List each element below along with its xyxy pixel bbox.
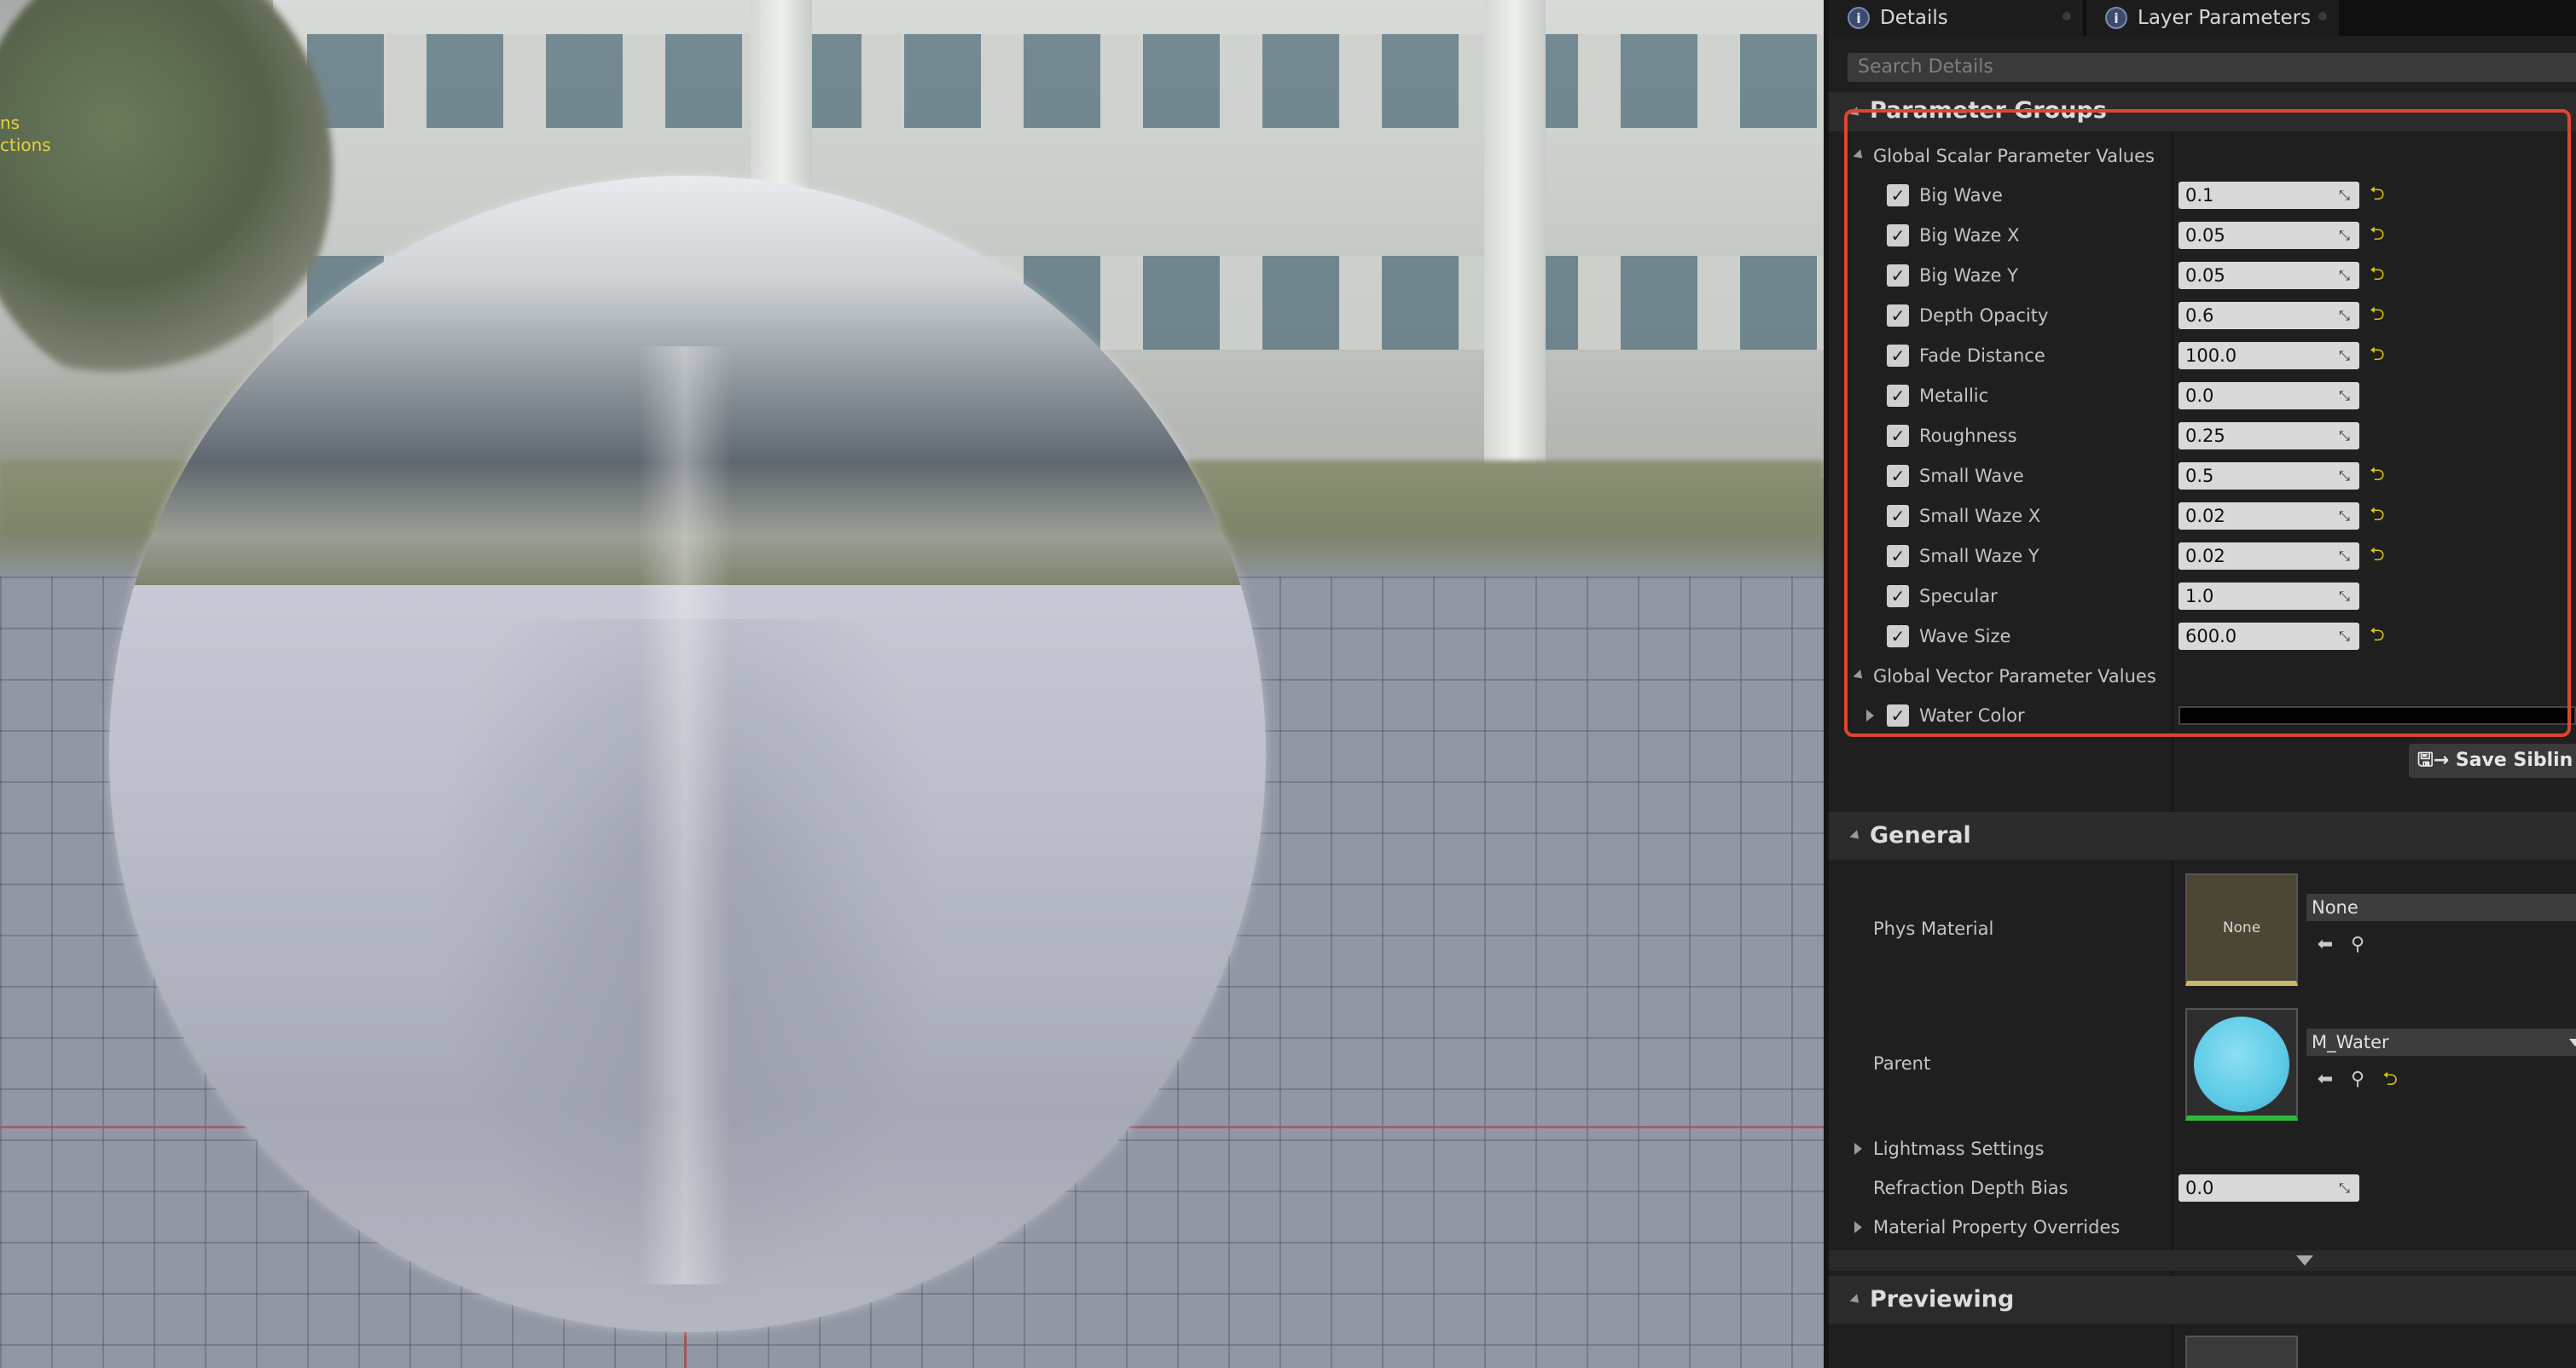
reset-to-default-icon[interactable]: ⮌ — [2380, 1069, 2400, 1090]
refraction-depth-bias-row: Refraction Depth Bias 0.0 ⤡ — [1829, 1168, 2576, 1208]
section-title: General — [1870, 822, 1971, 849]
tab-bar: i Details i Layer Parameters — [1829, 0, 2576, 36]
picker-value: M_Water — [2312, 1032, 2389, 1052]
browse-search-icon[interactable]: ⚲ — [2347, 935, 2368, 955]
material-preview-ball — [2194, 1017, 2289, 1112]
property-label: Refraction Depth Bias — [1873, 1178, 2068, 1198]
material-property-overrides-row[interactable]: Material Property Overrides — [1829, 1208, 2576, 1247]
tab-label: Details — [1880, 7, 1948, 29]
viewport-overlay-text: ctions — [0, 135, 51, 155]
advanced-expander[interactable] — [1829, 1250, 2576, 1271]
collapse-arrow-icon — [1849, 1294, 1863, 1307]
details-panel: i Details i Layer Parameters Search Deta… — [1829, 0, 2576, 1368]
preview-sphere — [109, 176, 1266, 1332]
save-sibling-button[interactable]: 🖫→ Save Siblin — [2409, 744, 2576, 778]
tab-close-icon[interactable] — [2063, 12, 2071, 20]
property-label: Material Property Overrides — [1873, 1217, 2121, 1238]
tab-label: Layer Parameters — [2138, 7, 2312, 29]
collapse-arrow-icon — [1849, 830, 1863, 843]
expand-advanced-icon — [2296, 1255, 2313, 1266]
info-icon: i — [2105, 7, 2127, 29]
property-label: Lightmass Settings — [1873, 1139, 2045, 1159]
input-value: 0.0 — [2185, 1178, 2214, 1198]
refraction-depth-bias-input[interactable]: 0.0 ⤡ — [2179, 1174, 2359, 1202]
phys-material-picker[interactable]: None — [2306, 894, 2576, 921]
expand-arrow-icon — [1854, 1143, 1862, 1155]
preview-mesh-thumbnail[interactable] — [2185, 1336, 2298, 1368]
asset-actions: ⬅ ⚲ — [2315, 935, 2368, 955]
asset-actions: ⬅ ⚲ ⮌ — [2315, 1069, 2400, 1090]
phys-material-thumbnail[interactable]: None — [2185, 873, 2298, 986]
save-icon: 🖫→ — [2417, 750, 2450, 771]
use-selected-arrow-icon[interactable]: ⬅ — [2315, 935, 2335, 955]
expand-arrow-icon — [1854, 1221, 1862, 1233]
tab-layer-parameters[interactable]: i Layer Parameters — [2086, 0, 2339, 36]
level-viewport[interactable]: ns ctions — [0, 0, 1824, 1368]
viewport-overlay-text: ns — [0, 113, 20, 133]
drag-handle-icon[interactable]: ⤡ — [2339, 1181, 2353, 1195]
property-label: Phys Material — [1873, 919, 1994, 939]
browse-search-icon[interactable]: ⚲ — [2347, 1069, 2368, 1090]
lightmass-settings-row[interactable]: Lightmass Settings — [1829, 1129, 2576, 1168]
search-input[interactable]: Search Details — [1848, 53, 2576, 82]
tab-close-icon[interactable] — [2318, 12, 2327, 20]
sphere-highlight — [638, 346, 732, 1284]
previewing-header[interactable]: Previewing — [1829, 1276, 2576, 1324]
use-selected-arrow-icon[interactable]: ⬅ — [2315, 1069, 2335, 1090]
info-icon: i — [1848, 7, 1870, 29]
parent-material-thumbnail[interactable] — [2185, 1008, 2298, 1121]
building-windows — [307, 34, 1824, 128]
section-title: Previewing — [1870, 1286, 2015, 1313]
dropdown-arrow-icon — [2569, 1039, 2576, 1046]
property-label: Parent — [1873, 1053, 1931, 1074]
general-header[interactable]: General — [1829, 812, 2576, 860]
tab-details[interactable]: i Details — [1829, 0, 2083, 36]
button-label: Save Siblin — [2455, 750, 2573, 771]
parent-material-picker[interactable]: M_Water — [2306, 1029, 2576, 1056]
highlight-annotation — [1844, 109, 2571, 737]
